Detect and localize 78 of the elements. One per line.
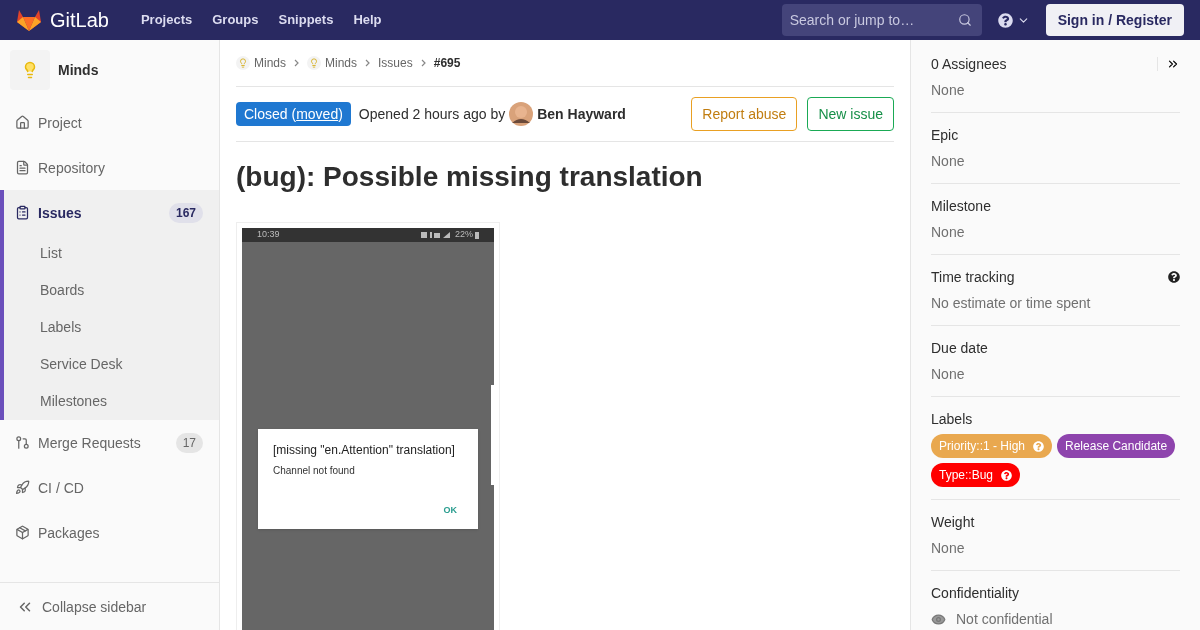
section-value: None	[931, 81, 965, 100]
lightbulb-icon	[307, 56, 321, 70]
dialog-ok-button: OK	[443, 503, 457, 517]
sign-in-button[interactable]: Sign in / Register	[1045, 4, 1184, 36]
battery-text: 22%	[455, 228, 473, 242]
author-link[interactable]: Ben Hayward	[537, 104, 626, 124]
sidebar-item[interactable]: Repository	[0, 145, 219, 190]
section-value: None	[931, 152, 965, 171]
home-icon	[15, 115, 30, 130]
chevron-icon	[420, 59, 426, 67]
new-issue-button[interactable]: New issue	[807, 97, 894, 131]
package-icon	[15, 525, 30, 540]
double-chevron-icon	[1166, 57, 1180, 71]
section-title: Weight	[931, 513, 976, 532]
brand-name[interactable]: GitLab	[50, 5, 109, 35]
project-name[interactable]: Minds	[58, 60, 99, 80]
section-title: Confidentiality	[931, 584, 1020, 603]
screenshot-frame[interactable]: 10:39 22% [missing "en.Attention" translation] Channel not found OK	[236, 222, 500, 630]
section-title: Due date	[931, 339, 989, 358]
count-badge: 167	[168, 202, 203, 223]
help-icon	[997, 12, 1013, 28]
merge-icon	[15, 435, 30, 450]
sidebar-item[interactable]: Issues 167	[4, 190, 219, 235]
count-badge: 17	[175, 432, 203, 453]
search-icon	[957, 13, 972, 27]
eye-icon	[931, 611, 946, 627]
sidebar-item[interactable]: Packages	[0, 510, 219, 555]
avatar	[509, 102, 534, 126]
section-value: No estimate or time spent	[931, 294, 1091, 313]
sidebar-subitem[interactable]: Boards	[4, 272, 219, 309]
section-value: None	[931, 539, 965, 558]
issue-title: (bug): Possible missing translation	[236, 160, 704, 194]
section-title: Labels	[931, 410, 974, 429]
sidebar-subitem[interactable]: Labels	[4, 309, 219, 346]
help-icon[interactable]	[1168, 271, 1180, 283]
rocket-icon	[15, 480, 30, 495]
sidebar-subitem[interactable]: Milestones	[4, 383, 219, 420]
dialog-title: [missing "en.Attention" translation]	[273, 442, 456, 459]
expand-sidebar-button[interactable]	[1157, 57, 1180, 71]
section-title: Time tracking	[931, 268, 1016, 287]
report-abuse-button[interactable]: Report abuse	[691, 97, 798, 131]
clipboard-icon	[15, 205, 30, 220]
fox-logo-icon[interactable]	[16, 8, 42, 32]
sidebar-item[interactable]: Project	[0, 100, 219, 145]
nav-link[interactable]: Projects	[140, 10, 193, 30]
section-value: None	[931, 223, 965, 242]
sidebar-subitem[interactable]: List	[4, 235, 219, 272]
battery-icon	[475, 231, 479, 239]
moved-link[interactable]: moved	[296, 104, 339, 124]
breadcrumb-link[interactable]: #695	[433, 55, 461, 71]
file-icon	[15, 160, 30, 175]
sidebar-item[interactable]: CI / CD	[0, 465, 219, 510]
section-title: Milestone	[931, 197, 992, 216]
breadcrumb-link[interactable]: Minds	[254, 55, 286, 71]
status-icons-drawing	[421, 231, 451, 239]
opened-text: Opened 2 hours ago by	[358, 105, 506, 124]
section-title: Epic	[931, 126, 960, 145]
nav-link[interactable]: Groups	[212, 10, 259, 30]
section-value: Not confidential	[956, 610, 1053, 629]
label-tag[interactable]: Release Candidate	[1057, 434, 1176, 458]
lightbulb-icon	[236, 56, 250, 70]
sidebar-subitem[interactable]: Service Desk	[4, 346, 219, 383]
clock-text: 10:39	[257, 228, 281, 242]
breadcrumb-link[interactable]: Minds	[325, 55, 358, 71]
section-title: 0 Assignees	[931, 55, 1008, 74]
status-label: )	[338, 105, 343, 124]
nav-link[interactable]: Help	[353, 10, 382, 30]
nav-link[interactable]: Snippets	[278, 10, 334, 30]
sidebar-item[interactable]: Merge Requests 17	[0, 420, 219, 465]
chevron-icon	[294, 59, 299, 67]
dialog-message: Channel not found	[273, 464, 356, 478]
help-menu-button[interactable]	[997, 12, 1030, 28]
chevron-icon	[365, 59, 371, 67]
breadcrumb-link[interactable]: Issues	[378, 55, 413, 71]
section-value: None	[931, 365, 965, 384]
search-field[interactable]: Search or jump to…	[781, 4, 982, 36]
status-label: Closed (	[244, 105, 297, 124]
label-tag[interactable]: Type::Bug	[931, 463, 1021, 487]
